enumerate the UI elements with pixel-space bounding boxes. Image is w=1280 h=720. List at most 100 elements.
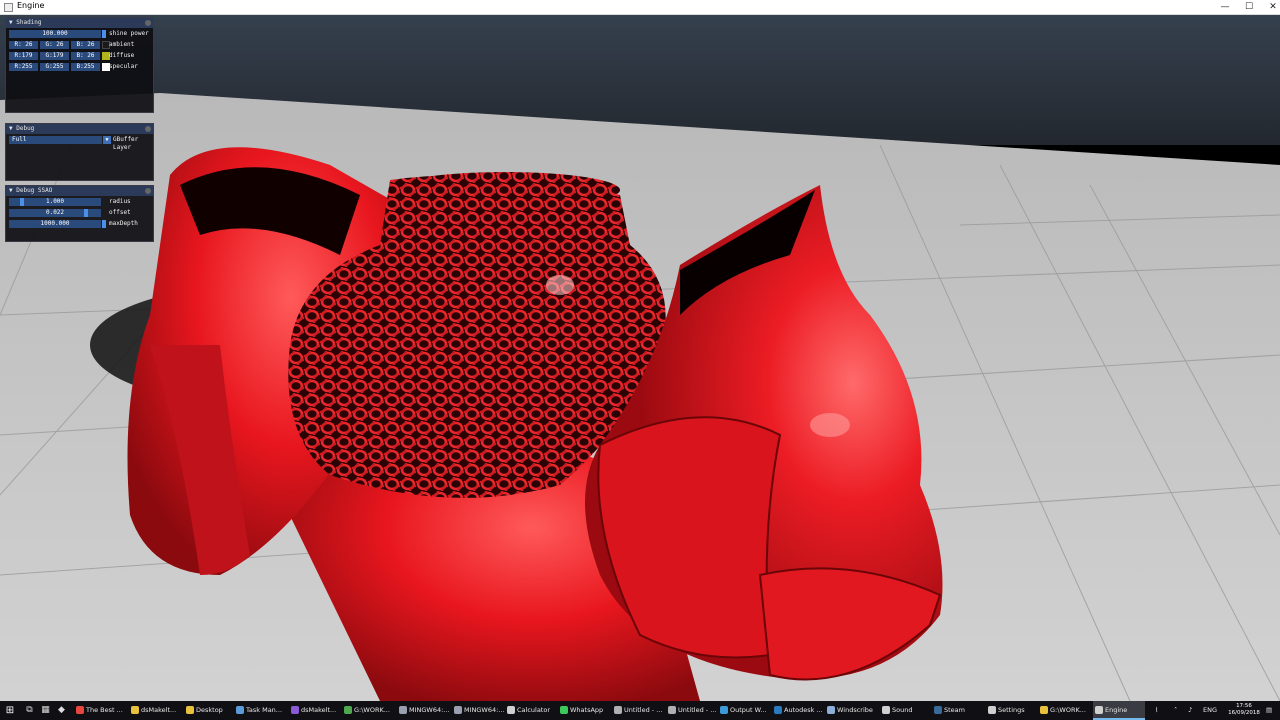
close-icon[interactable]	[145, 126, 151, 132]
taskbar-item[interactable]: Calculator	[505, 701, 557, 720]
taskbar-item[interactable]: Desktop	[184, 701, 236, 720]
ssao-panel-title: Debug SSAO	[16, 187, 53, 194]
taskbar-item-label: Untitled - ...	[678, 706, 717, 714]
offset-grab[interactable]	[84, 209, 88, 217]
chevron-down-icon[interactable]: ▼	[103, 136, 111, 144]
taskbar-item-label: WhatsApp	[570, 706, 604, 714]
taskbar-item[interactable]: MINGW64:...	[452, 701, 504, 720]
app-icon	[988, 706, 996, 714]
taskbar-item-label: MINGW64:...	[409, 706, 449, 714]
radius-grab[interactable]	[20, 198, 24, 206]
specular-label: specular	[109, 63, 138, 70]
clock[interactable]: 17:56 16/09/2018	[1226, 703, 1262, 717]
taskbar-item-label: The Best ...	[86, 706, 123, 714]
diffuse-label: diffuse	[109, 52, 135, 59]
diffuse-g-field[interactable]: G:179	[40, 52, 69, 60]
taskbar-item-label: Calculator	[517, 706, 551, 714]
taskbar-item[interactable]: G:\WORK...	[1038, 701, 1090, 720]
taskbar-item[interactable]: The Best ...	[74, 701, 126, 720]
shading-panel: ▼ Shading 100.000 shine power R: 26 G: 2…	[5, 17, 154, 113]
maxdepth-label: maxDepth	[109, 220, 138, 227]
taskbar-item[interactable]: Steam	[932, 701, 984, 720]
maxdepth-row: 1000.000 maxDepth	[6, 218, 153, 229]
scene-render	[0, 15, 1280, 701]
taskbar-item[interactable]: Output W...	[718, 701, 770, 720]
taskbar-item[interactable]: Settings	[986, 701, 1038, 720]
taskbar-item-label: Untitled - ...	[624, 706, 663, 714]
shading-panel-title: Shading	[16, 19, 42, 26]
ambient-r-field[interactable]: R: 26	[9, 41, 38, 49]
taskbar: ⊞ ⧉ ▦ ◆ The Best ... dsMakelt... Desktop Ta…	[0, 701, 1280, 720]
gbuffer-layer-label: GBuffer Layer	[113, 136, 139, 151]
shine-power-grab[interactable]	[102, 30, 106, 38]
debug-panel-header[interactable]: ▼ Debug	[6, 124, 153, 134]
taskbar-item[interactable]: dsMakelt...	[129, 701, 181, 720]
app-icon	[186, 706, 194, 714]
app-icon	[668, 706, 676, 714]
taskbar-item-label: dsMakelt...	[301, 706, 337, 714]
minimize-button[interactable]: —	[1213, 0, 1237, 15]
ssao-panel-header[interactable]: ▼ Debug SSAO	[6, 186, 153, 196]
taskbar-item-label: Windscribe	[837, 706, 873, 714]
app-icon	[560, 706, 568, 714]
window-title: Engine	[17, 1, 45, 10]
taskbar-item[interactable]: Autodesk ...	[772, 701, 824, 720]
app-icon	[614, 706, 622, 714]
specular-r-field[interactable]: R:255	[9, 63, 38, 71]
gbuffer-layer-select[interactable]: Full	[9, 136, 102, 144]
app-icon	[454, 706, 462, 714]
app-icon	[827, 706, 835, 714]
chevron-up-icon[interactable]: ˄	[1174, 701, 1177, 720]
taskbar-item-label: Steam	[944, 706, 965, 714]
close-button[interactable]: ✕	[1261, 0, 1280, 15]
app-icon	[399, 706, 407, 714]
ambient-label: ambient	[109, 41, 135, 48]
taskbar-item[interactable]: Task Man...	[234, 701, 286, 720]
taskbar-item[interactable]: Untitled - ...	[612, 701, 664, 720]
taskbar-item[interactable]: Sound	[880, 701, 932, 720]
3d-viewport[interactable]	[0, 15, 1280, 701]
taskbar-item-label: Sound	[892, 706, 913, 714]
close-icon[interactable]	[145, 188, 151, 194]
maxdepth-grab[interactable]	[102, 220, 106, 228]
radius-label: radius	[109, 198, 131, 205]
shine-power-row: 100.000 shine power	[6, 28, 153, 39]
taskbar-item-label: Output W...	[730, 706, 767, 714]
taskbar-item[interactable]: G:\WORK...	[342, 701, 394, 720]
diffuse-b-field[interactable]: B: 26	[71, 52, 100, 60]
taskbar-item[interactable]: dsMakelt...	[289, 701, 341, 720]
taskbar-item[interactable]: Engine	[1093, 701, 1145, 720]
taskbar-item-label: Autodesk ...	[784, 706, 823, 714]
taskbar-item[interactable]: Untitled - ...	[666, 701, 718, 720]
shading-panel-header[interactable]: ▼ Shading	[6, 18, 153, 28]
specular-g-field[interactable]: G:255	[40, 63, 69, 71]
debug-panel-title: Debug	[16, 125, 35, 132]
language-indicator[interactable]: ENG	[1203, 701, 1217, 720]
maximize-button[interactable]: ☐	[1237, 0, 1261, 15]
taskbar-item[interactable]: Windscribe	[825, 701, 877, 720]
app-icon	[236, 706, 244, 714]
volume-icon[interactable]: ♪	[1188, 701, 1192, 720]
nvidia-icon[interactable]: ◆	[56, 705, 67, 716]
ambient-b-field[interactable]: B: 26	[71, 41, 100, 49]
ambient-g-field[interactable]: G: 26	[40, 41, 69, 49]
shine-power-label: shine power	[109, 30, 149, 37]
calendar-icon[interactable]: ▦	[40, 705, 51, 716]
windows-start-icon[interactable]: ⊞	[0, 701, 20, 720]
app-icon	[291, 706, 299, 714]
network-icon[interactable]: ⌇	[1155, 701, 1158, 720]
diffuse-row: R:179 G:179 B: 26 diffuse	[6, 50, 153, 61]
specular-b-field[interactable]: B:255	[71, 63, 100, 71]
app-icon	[1095, 706, 1103, 714]
task-view-icon[interactable]: ⧉	[24, 705, 35, 716]
diffuse-r-field[interactable]: R:179	[9, 52, 38, 60]
window-titlebar: Engine — ☐ ✕	[0, 0, 1280, 15]
maxdepth-slider[interactable]: 1000.000	[9, 220, 101, 228]
shine-power-slider[interactable]: 100.000	[9, 30, 101, 38]
close-icon[interactable]	[145, 20, 151, 26]
taskbar-item[interactable]: MINGW64:...	[397, 701, 449, 720]
notification-icon[interactable]: ▤	[1266, 701, 1272, 720]
app-icon	[344, 706, 352, 714]
app-icon	[720, 706, 728, 714]
taskbar-item[interactable]: WhatsApp	[558, 701, 610, 720]
